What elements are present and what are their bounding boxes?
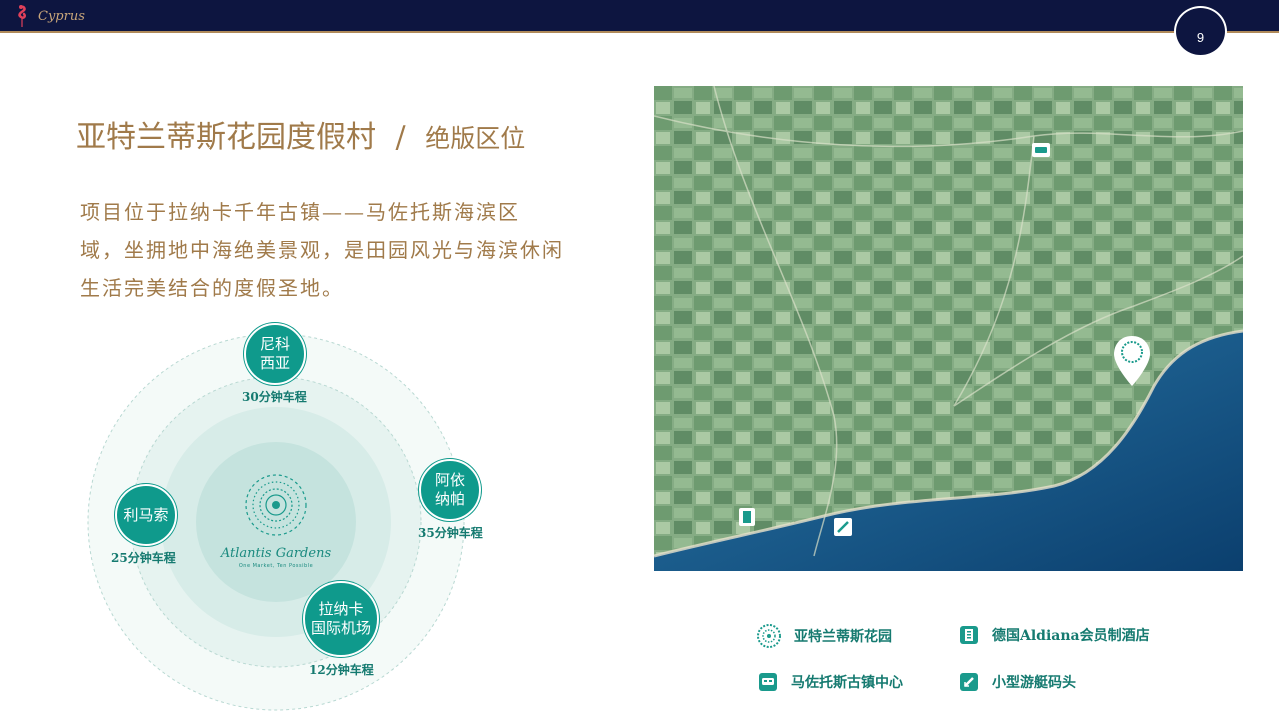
town-map-icon [1032, 143, 1050, 157]
description: 项目位于拉纳卡千年古镇——马佐托斯海滨区 域，坐拥地中海绝美景观，是田园风光与海… [80, 193, 572, 307]
legend-marina: 小型游艇码头 [960, 672, 1076, 692]
flamingo-icon [18, 5, 27, 27]
legend-town: 马佐托斯古镇中心 [759, 672, 903, 692]
satellite-map [654, 86, 1243, 571]
node-label: 拉纳卡 [318, 600, 364, 618]
description-line: 域，坐拥地中海绝美景观，是田园风光与海滨休闲 [80, 238, 564, 262]
node-ayia-napa: 阿依 纳帕 [419, 459, 481, 521]
node-label: 阿依 [434, 471, 465, 489]
title-separator: / [395, 120, 406, 155]
top-bar [0, 0, 1279, 31]
node-larnaca-airport: 拉纳卡 国际机场 [303, 581, 379, 657]
atlantis-gardens-logo: Atlantis Gardens One Market, Ten Possibl… [216, 470, 336, 580]
title-sub: 绝版区位 [425, 124, 526, 153]
node-limassol: 利马索 [115, 484, 177, 546]
drive-time-larnaca: 12分钟车程 [309, 663, 374, 677]
node-label: 西亚 [259, 354, 290, 372]
description-line: 生活完美结合的度假圣地。 [80, 276, 344, 300]
page-title: 亚特兰蒂斯花园度假村 / 绝版区位 [76, 112, 525, 156]
description-line: 项目位于拉纳卡千年古镇——马佐托斯海滨区 [80, 200, 520, 224]
top-accent-line [0, 31, 1279, 33]
hotel-map-icon [739, 508, 755, 526]
page-number: 9 [1196, 30, 1205, 45]
legend-label: 亚特兰蒂斯花园 [794, 629, 892, 645]
hotel-icon [960, 626, 978, 644]
brand-tagline: One Market, Ten Possible [238, 563, 314, 569]
marina-icon [960, 673, 978, 691]
drive-time-nicosia: 30分钟车程 [242, 390, 307, 404]
node-label: 利马索 [123, 505, 169, 524]
sunburst-logo-icon [245, 474, 307, 536]
legend-label: 小型游艇码头 [992, 675, 1076, 691]
logo-text: Cyprus [38, 8, 85, 24]
node-label: 纳帕 [434, 490, 465, 508]
legend-label: 德国Aldiana会员制酒店 [992, 628, 1150, 644]
title-main: 亚特兰蒂斯花园度假村 [76, 120, 376, 155]
brand-logo: Cyprus [12, 4, 85, 28]
legend-label: 马佐托斯古镇中心 [791, 675, 903, 691]
node-label: 尼科 [259, 335, 290, 353]
sunburst-logo-icon [757, 624, 781, 648]
marina-map-icon [834, 518, 852, 536]
node-label: 国际机场 [310, 619, 371, 637]
drive-time-ayia-napa: 35分钟车程 [418, 526, 483, 540]
legend-hotel: 德国Aldiana会员制酒店 [960, 625, 1150, 645]
brand-name: Atlantis Gardens [220, 546, 332, 561]
map-image [654, 86, 1243, 571]
node-nicosia: 尼科 西亚 [244, 323, 306, 385]
page-number-badge: 9 [1174, 6, 1227, 57]
bus-icon [759, 673, 777, 691]
legend-gardens: 亚特兰蒂斯花园 [756, 623, 892, 649]
drive-time-limassol: 25分钟车程 [111, 551, 176, 565]
